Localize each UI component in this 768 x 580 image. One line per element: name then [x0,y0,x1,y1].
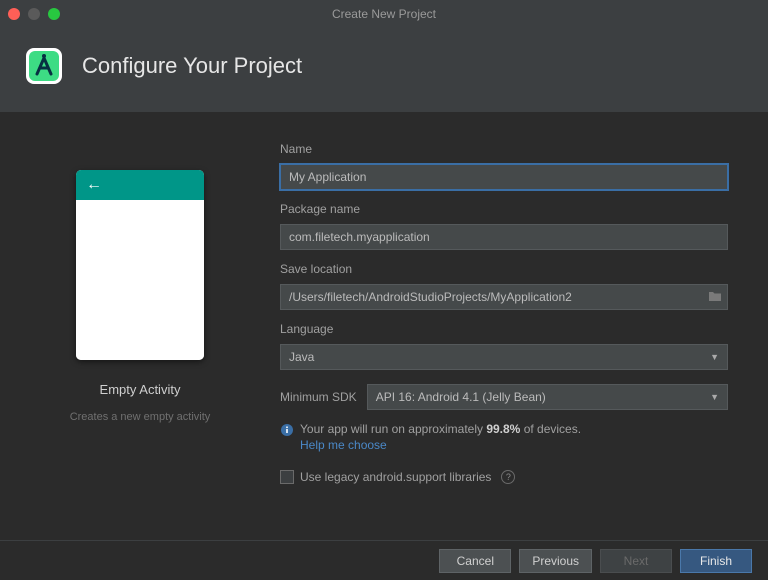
next-button: Next [600,549,672,573]
minimum-sdk-select[interactable]: API 16: Android 4.1 (Jelly Bean) ▼ [367,384,728,410]
wizard-footer: Cancel Previous Next Finish [0,540,768,580]
form: Name Package name Save location Language… [280,134,728,484]
cancel-button[interactable]: Cancel [439,549,511,573]
browse-folder-icon[interactable] [708,290,722,305]
coverage-text-prefix: Your app will run on approximately [300,422,486,436]
name-input[interactable] [280,164,728,190]
previous-button[interactable]: Previous [519,549,592,573]
save-location-label: Save location [280,262,728,276]
minimize-window-button[interactable] [28,8,40,20]
close-window-button[interactable] [8,8,20,20]
save-location-input[interactable] [280,284,728,310]
package-name-label: Package name [280,202,728,216]
minimum-sdk-label: Minimum SDK [280,390,357,404]
phone-appbar: ← [76,170,204,200]
back-arrow-icon: ← [86,176,102,194]
template-name: Empty Activity [100,382,181,397]
chevron-down-icon: ▼ [710,352,719,362]
wizard-header: Configure Your Project [0,28,768,112]
page-title: Configure Your Project [82,53,302,79]
device-coverage-info: Your app will run on approximately 99.8%… [280,422,728,452]
coverage-text-suffix: of devices. [520,422,581,436]
titlebar: Create New Project [0,0,768,28]
help-icon[interactable]: ? [501,470,515,484]
legacy-libraries-label: Use legacy android.support libraries [300,470,491,484]
package-name-input[interactable] [280,224,728,250]
window-controls [8,8,60,20]
name-label: Name [280,142,728,156]
zoom-window-button[interactable] [48,8,60,20]
template-preview: ← Empty Activity Creates a new empty act… [40,134,240,484]
language-label: Language [280,322,728,336]
template-description: Creates a new empty activity [70,411,211,423]
help-me-choose-link[interactable]: Help me choose [300,438,728,452]
wizard-body: ← Empty Activity Creates a new empty act… [0,112,768,484]
phone-screen [76,200,204,360]
info-icon [280,423,294,437]
legacy-libraries-checkbox[interactable] [280,470,294,484]
phone-mockup: ← [76,170,204,360]
chevron-down-icon: ▼ [710,392,719,402]
minimum-sdk-value: API 16: Android 4.1 (Jelly Bean) [376,390,546,404]
coverage-percent: 99.8% [486,422,520,436]
language-value: Java [289,350,314,364]
window-title: Create New Project [0,7,768,21]
language-select[interactable]: Java ▼ [280,344,728,370]
finish-button[interactable]: Finish [680,549,752,573]
android-studio-icon [22,44,66,88]
